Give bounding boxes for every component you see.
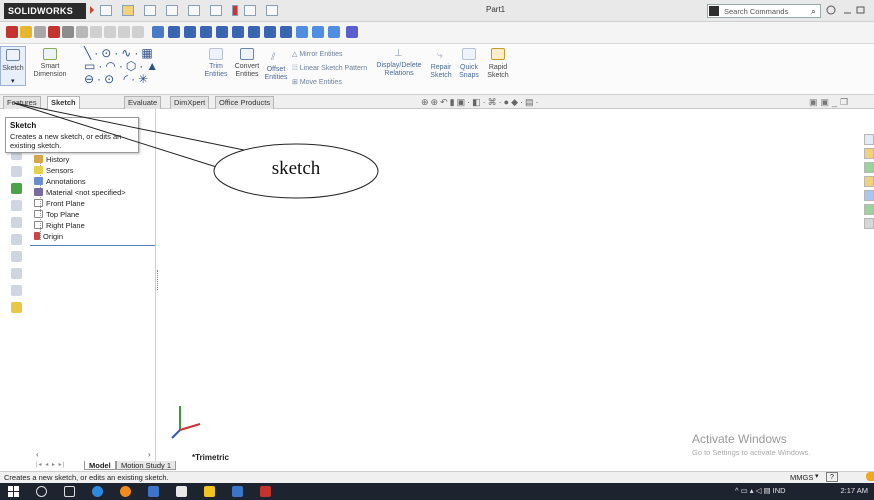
document-tabs: |◂ ◂ ▸ ▸| Model Motion Study 1 xyxy=(0,461,200,471)
activate-windows-title: Activate Windows xyxy=(692,432,787,446)
search-icon[interactable] xyxy=(36,486,47,497)
system-tray[interactable]: ^ ▭ ▴ ◁ ▤ IND xyxy=(735,486,786,495)
tab-motion-study[interactable]: Motion Study 1 xyxy=(116,461,177,470)
taskbar-clock[interactable]: 2:17 AM xyxy=(840,486,868,495)
callout-pointer-line-1 xyxy=(13,102,245,151)
tab-scroll-arrows-icon[interactable]: |◂ ◂ ▸ ▸| xyxy=(36,461,82,470)
forum-icon[interactable] xyxy=(864,218,874,229)
callout-label: sketch xyxy=(271,158,321,179)
appearances-icon[interactable] xyxy=(864,190,874,201)
coordinate-triad-icon xyxy=(171,406,201,439)
custom-properties-icon[interactable] xyxy=(864,204,874,215)
tab-model[interactable]: Model xyxy=(84,461,116,470)
volume-icon[interactable]: ◁ xyxy=(756,486,764,495)
callout-pointer-line-2 xyxy=(13,102,227,171)
notification-icon[interactable] xyxy=(866,472,874,481)
status-message: Creates a new sketch, or edits an existi… xyxy=(4,473,169,482)
task-pane-strip xyxy=(862,134,874,244)
solidworks-taskbar-icon[interactable] xyxy=(260,486,271,497)
battery-icon[interactable]: ▭ xyxy=(741,486,750,495)
firefox-icon[interactable] xyxy=(120,486,131,497)
units-dropdown-icon[interactable]: ▾ xyxy=(815,472,819,480)
mail-icon[interactable] xyxy=(232,486,243,497)
file-explorer-icon[interactable] xyxy=(864,162,874,173)
app-icon[interactable] xyxy=(204,486,215,497)
windows-start-icon[interactable] xyxy=(8,486,19,497)
view-palette-icon[interactable] xyxy=(864,176,874,187)
file-explorer-icon[interactable] xyxy=(148,486,159,497)
design-library-icon[interactable] xyxy=(864,148,874,159)
resources-icon[interactable] xyxy=(864,134,874,145)
task-view-icon[interactable] xyxy=(64,486,75,497)
store-icon[interactable] xyxy=(176,486,187,497)
scroll-right-icon[interactable]: › xyxy=(148,450,151,459)
scroll-left-icon[interactable]: ‹ xyxy=(36,450,39,459)
activate-windows-subtitle: Go to Settings to activate Windows. xyxy=(692,448,811,457)
language-indicator[interactable]: IND xyxy=(773,486,786,495)
notifications-icon[interactable]: ▤ xyxy=(764,486,773,495)
edge-browser-icon[interactable] xyxy=(92,486,103,497)
unit-system[interactable]: MMGS xyxy=(790,473,813,482)
callout-annotation xyxy=(13,102,379,199)
help-button[interactable]: ? xyxy=(826,472,838,482)
